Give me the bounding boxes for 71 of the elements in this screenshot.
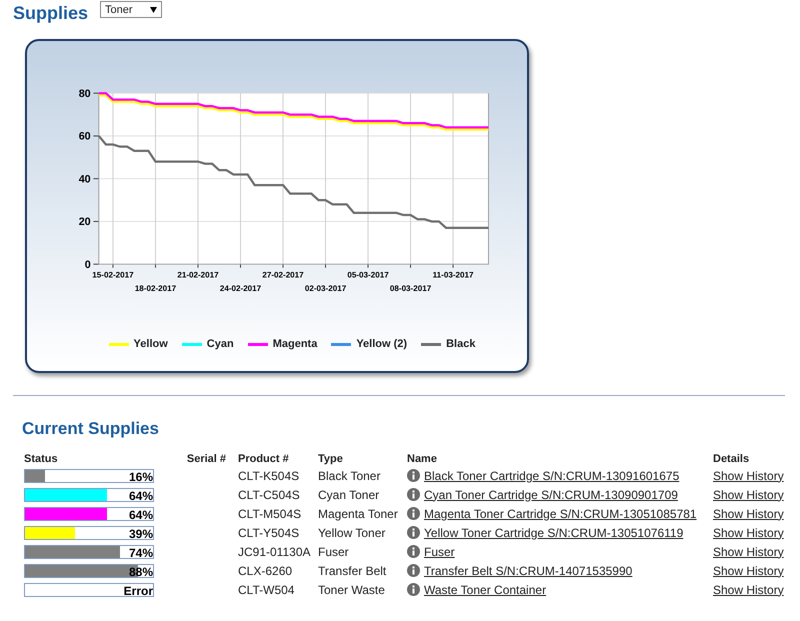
table-cell-text: CLT-C504S: [237, 486, 301, 504]
table-cell-text: Cyan Toner: [317, 486, 380, 504]
table-cell-text: Yellow Toner: [317, 524, 386, 542]
column-header: Status: [23, 453, 59, 466]
axis-label: 11-03-2017: [432, 270, 474, 280]
status-reading: 39%: [128, 526, 153, 540]
page-title: Supplies: [13, 3, 88, 24]
table-cell-text: Magenta Toner: [317, 506, 399, 522]
status-reading: 16%: [128, 470, 153, 484]
table-cell-text: Fuser: [317, 544, 350, 560]
table-cell-text: CLX-6260: [237, 562, 294, 580]
legend-label: Black: [446, 338, 476, 350]
axis-label: 15-02-2017: [92, 270, 134, 280]
column-header: Serial #: [186, 453, 227, 466]
table-cell-text: CLT-K504S: [237, 468, 300, 484]
info-icon: [407, 564, 420, 577]
table-cell-text: Toner Waste: [317, 582, 386, 598]
axis-label: 0: [84, 258, 91, 271]
info-icon: [407, 507, 420, 520]
table-cell-text: CLT-Y504S: [237, 524, 300, 542]
axis-label: 08-03-2017: [390, 284, 432, 294]
axis-label: 21-02-2017: [177, 270, 219, 280]
info-icon: [407, 526, 420, 539]
legend-label: Cyan: [206, 338, 234, 350]
axis-label: 02-03-2017: [304, 284, 346, 294]
column-header: Type: [317, 453, 344, 466]
legend-label: Magenta: [272, 338, 318, 350]
axis-label: 60: [78, 130, 91, 143]
history-link[interactable]: Show History: [713, 582, 784, 596]
type-dropdown[interactable]: Toner: [100, 1, 162, 18]
legend-label: Yellow (2): [356, 338, 408, 350]
table-cell-text: CLT-W504: [237, 582, 296, 598]
axis-label: 18-02-2017: [134, 284, 176, 294]
axis-label: 80: [78, 88, 91, 100]
history-link[interactable]: Show History: [713, 468, 784, 482]
info-icon: [407, 583, 420, 596]
history-link[interactable]: Show History: [713, 506, 784, 520]
history-link[interactable]: Show History: [713, 526, 784, 540]
column-header: Details: [712, 453, 750, 466]
caret-icon: [150, 6, 158, 12]
name-link[interactable]: Magenta Toner Cartridge S/N:CRUM-13051085781: [424, 506, 697, 520]
axis-label: 20: [78, 216, 91, 228]
table-cell-text: JC91-01130A: [237, 544, 312, 560]
section-title: Current Supplies: [22, 419, 160, 439]
info-icon: [407, 488, 420, 501]
table-cell-text: Transfer Belt: [317, 562, 388, 580]
info-icon: [407, 545, 420, 558]
axis-label: 27-02-2017: [262, 270, 304, 280]
history-link[interactable]: Show History: [713, 544, 784, 558]
axis-label: 40: [78, 173, 91, 186]
name-link[interactable]: Transfer Belt S/N:CRUM-14071535990: [424, 564, 632, 578]
column-header: Name: [406, 453, 438, 466]
info-icon: [407, 469, 420, 482]
history-link[interactable]: Show History: [713, 564, 784, 578]
table-cell-text: CLT-M504S: [237, 506, 302, 522]
name-link[interactable]: Yellow Toner Cartridge S/N:CRUM-13051076119: [424, 526, 684, 540]
table-cell-text: Black Toner: [317, 468, 382, 484]
column-header: Product #: [237, 453, 290, 466]
name-link[interactable]: Black Toner Cartridge S/N:CRUM-13091601675: [424, 468, 680, 482]
status-reading: Error: [124, 584, 153, 598]
status-reading: 88%: [128, 564, 153, 578]
name-link[interactable]: Cyan Toner Cartridge S/N:CRUM-13090901709: [424, 488, 678, 502]
status-reading: 64%: [128, 508, 153, 522]
name-link[interactable]: Fuser: [424, 544, 455, 558]
status-reading: 64%: [128, 488, 153, 502]
history-link[interactable]: Show History: [713, 488, 784, 502]
status-reading: 74%: [128, 546, 153, 560]
legend-label: Yellow: [134, 338, 168, 350]
axis-label: 24-02-2017: [220, 284, 262, 294]
name-link[interactable]: Waste Toner Container: [424, 582, 546, 596]
axis-label: 05-03-2017: [347, 270, 389, 280]
